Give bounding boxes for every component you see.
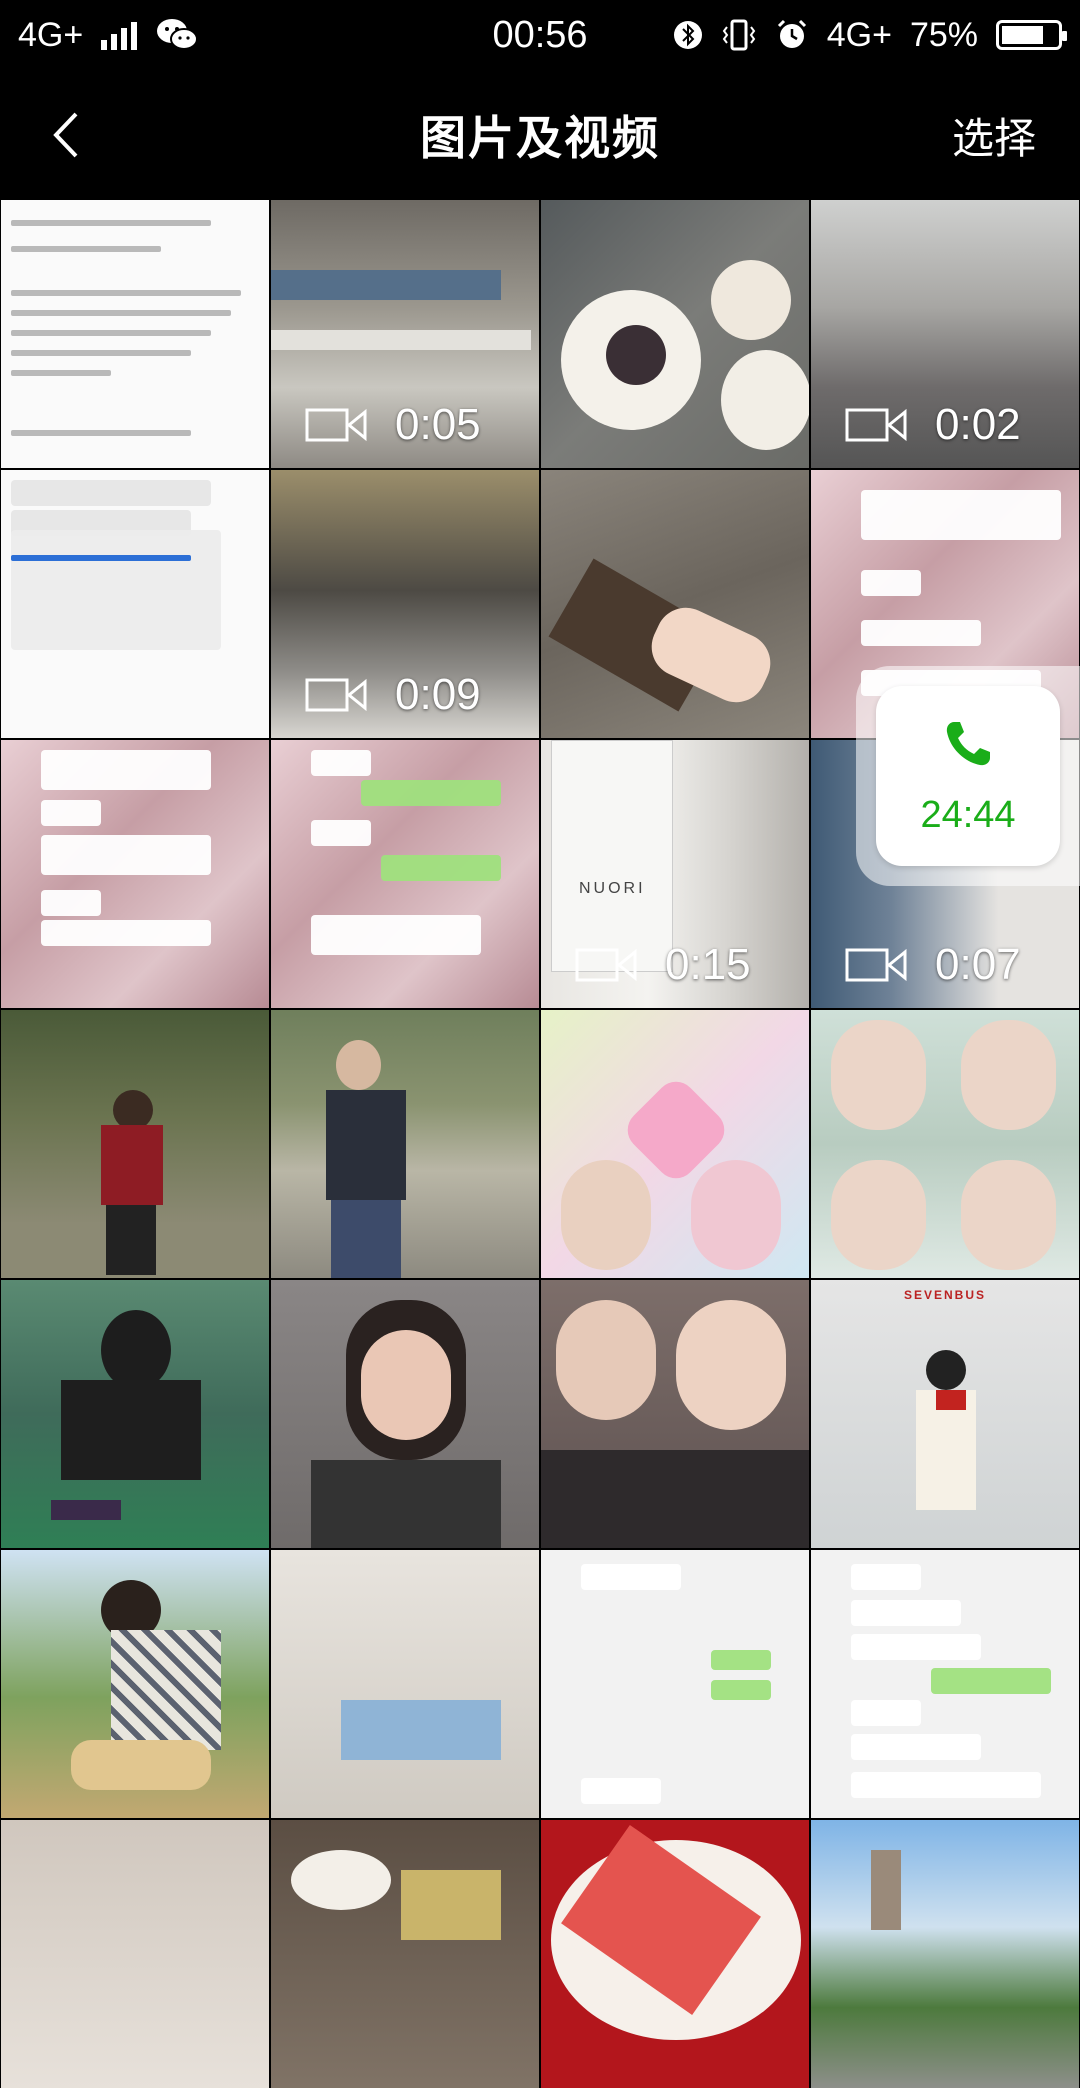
media-tile-video[interactable]: 0:09 — [271, 470, 539, 738]
video-duration: 0:15 — [665, 940, 751, 989]
store-sign-text: SEVENBUS — [903, 1288, 987, 1302]
video-camera-icon — [845, 408, 907, 442]
media-tile-photo[interactable] — [1, 1010, 269, 1278]
status-bar: 4G+ 00:56 4G+ 75% — [0, 0, 1080, 70]
title-bar: 图片及视频 选择 — [0, 70, 1080, 200]
alarm-icon — [777, 19, 806, 48]
media-tile-photo[interactable] — [271, 1010, 539, 1278]
media-tile-photo[interactable] — [541, 1010, 809, 1278]
media-tile-photo[interactable]: SEVENBUS — [811, 1280, 1079, 1548]
media-tile-chat[interactable] — [541, 1550, 809, 1818]
media-tile-photo[interactable] — [1, 1550, 269, 1818]
media-tile-photo[interactable] — [541, 200, 809, 468]
media-tile-photo[interactable] — [811, 1820, 1079, 2088]
back-button[interactable] — [30, 100, 100, 170]
page-title: 图片及视频 — [420, 112, 660, 164]
video-badge: 0:02 — [845, 400, 1021, 450]
media-tile-chat[interactable] — [811, 1550, 1079, 1818]
video-camera-icon — [575, 948, 637, 982]
media-tile-photo[interactable] — [1, 1820, 269, 2088]
video-duration: 0:09 — [395, 670, 481, 719]
media-tile-photo[interactable] — [271, 1280, 539, 1548]
store-sign-text: NUORI — [579, 880, 646, 897]
media-tile-document[interactable] — [1, 200, 269, 468]
media-tile-photo[interactable] — [541, 1280, 809, 1548]
media-grid: 0:05 0:02 0:09 NUORI 0:15 0:07 SEVENBUS — [0, 200, 1080, 2088]
video-duration: 0:07 — [935, 940, 1021, 989]
call-duration: 24:44 — [920, 793, 1016, 836]
media-tile-video[interactable]: 0:05 — [271, 200, 539, 468]
media-tile-chat[interactable] — [1, 740, 269, 1008]
media-tile-photo[interactable] — [271, 1820, 539, 2088]
floating-call-widget[interactable]: 24:44 — [856, 666, 1080, 886]
back-chevron-icon — [53, 112, 78, 158]
media-tile-photo[interactable] — [541, 1820, 809, 2088]
video-duration: 0:05 — [395, 400, 481, 449]
status-right: 4G+ 75% — [673, 15, 1067, 55]
call-panel[interactable]: 24:44 — [876, 686, 1060, 866]
select-button[interactable]: 选择 — [952, 105, 1036, 166]
media-tile-photo[interactable] — [271, 1550, 539, 1818]
signal-bars-icon — [101, 20, 138, 50]
media-tile-photo[interactable] — [811, 1010, 1079, 1278]
phone-icon — [946, 721, 990, 765]
battery-icon — [996, 20, 1067, 50]
media-tile-photo[interactable] — [1, 1280, 269, 1548]
vibrate-icon — [722, 19, 755, 51]
network-type-right: 4G+ — [826, 15, 892, 54]
media-tile-photo[interactable] — [541, 470, 809, 738]
video-badge: 0:09 — [305, 670, 481, 720]
media-tile-video[interactable]: NUORI 0:15 — [541, 740, 809, 1008]
network-type: 4G+ — [18, 15, 84, 54]
media-tile-video[interactable]: 0:02 — [811, 200, 1079, 468]
battery-percent: 75% — [909, 15, 978, 54]
media-tile-document[interactable] — [1, 470, 269, 738]
video-badge: 0:05 — [305, 400, 481, 450]
video-camera-icon — [845, 948, 907, 982]
wechat-icon — [157, 19, 199, 50]
media-tile-chat[interactable] — [271, 740, 539, 1008]
video-camera-icon — [305, 678, 367, 712]
bluetooth-icon — [673, 21, 702, 49]
video-camera-icon — [305, 408, 367, 442]
status-left: 4G+ — [18, 16, 199, 55]
video-badge: 0:15 — [575, 940, 751, 990]
video-duration: 0:02 — [935, 400, 1021, 449]
video-badge: 0:07 — [845, 940, 1021, 990]
